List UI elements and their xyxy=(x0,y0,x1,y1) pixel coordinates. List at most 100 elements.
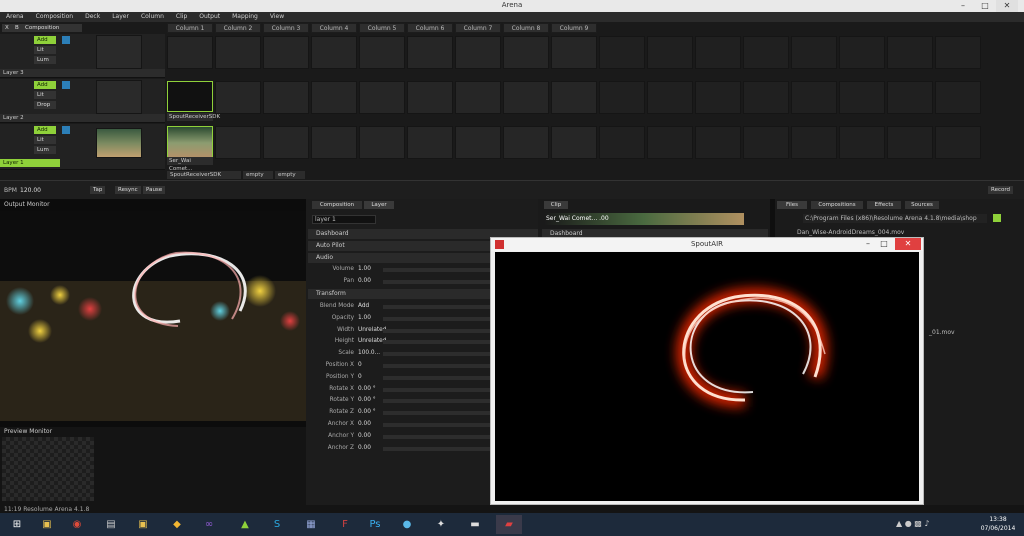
layer-name-field[interactable]: layer 1 xyxy=(312,215,376,224)
layer-1-name[interactable]: Layer 1 xyxy=(0,159,60,167)
layer-1-solo-button[interactable] xyxy=(62,126,70,134)
close-icon[interactable]: ✕ xyxy=(996,0,1018,12)
clip-slot[interactable] xyxy=(551,36,597,69)
prop-value[interactable]: Add xyxy=(358,301,369,312)
layer-2-preview-thumb[interactable] xyxy=(96,80,142,114)
layer-2-clip-label[interactable]: SpoutReceiverSDK xyxy=(167,113,220,121)
clip-slot[interactable] xyxy=(455,36,501,69)
menu-view[interactable]: View xyxy=(264,12,290,22)
tab-compositions[interactable]: Compositions xyxy=(811,201,863,209)
skype-icon[interactable]: S xyxy=(264,515,290,534)
clip-slot[interactable] xyxy=(935,36,981,69)
volume-value[interactable]: 1.00 xyxy=(358,264,371,275)
tab-sources[interactable]: Sources xyxy=(905,201,939,209)
clip-slot[interactable] xyxy=(311,126,357,159)
clip-slot[interactable] xyxy=(263,126,309,159)
clip-slot[interactable] xyxy=(215,36,261,69)
column-header-5[interactable]: Column 5 xyxy=(359,23,405,33)
clip-slot[interactable] xyxy=(359,81,405,114)
menu-deck[interactable]: Deck xyxy=(79,12,106,22)
column-header-7[interactable]: Column 7 xyxy=(455,23,501,33)
x-button[interactable]: X xyxy=(2,24,12,32)
start-icon[interactable]: ⊞ xyxy=(4,515,30,534)
clip-slot[interactable] xyxy=(503,81,549,114)
layer-1-clip-label[interactable]: Ser_Wai Comet... xyxy=(167,157,213,172)
layer-1-mode-lit[interactable]: Lit xyxy=(34,136,56,144)
prop-value[interactable]: 0.00 xyxy=(358,419,371,430)
layer-2-mode-drop[interactable]: Drop xyxy=(34,101,56,109)
clip-slot[interactable] xyxy=(551,81,597,114)
prop-value[interactable]: 0 xyxy=(358,372,362,383)
record-button[interactable]: Record xyxy=(988,186,1014,194)
folder-icon[interactable]: ▣ xyxy=(130,515,156,534)
tab-clip[interactable]: Clip xyxy=(544,201,568,209)
column-header-1[interactable]: Column 1 xyxy=(167,23,213,33)
clip-slot[interactable] xyxy=(791,36,837,69)
tap-button[interactable]: Tap xyxy=(90,186,106,194)
minimize-icon[interactable]: – xyxy=(952,0,974,12)
file-item-2[interactable]: _01.mov xyxy=(929,329,955,336)
spout-close-icon[interactable]: ✕ xyxy=(895,238,921,250)
app-icon-3[interactable]: ▲ xyxy=(232,515,258,534)
clip-slot[interactable] xyxy=(311,36,357,69)
add-folder-button[interactable] xyxy=(993,214,1001,222)
clip-slot[interactable] xyxy=(215,126,261,159)
clock-time[interactable]: 13:38 xyxy=(976,516,1020,523)
pan-value[interactable]: 0.00 xyxy=(358,276,371,287)
clip-slot[interactable] xyxy=(455,126,501,159)
clip-slot[interactable] xyxy=(887,81,933,114)
app-icon-4[interactable]: ▦ xyxy=(298,515,324,534)
clip-slot[interactable] xyxy=(503,126,549,159)
clip-slot[interactable] xyxy=(839,36,885,69)
layer-3-mode-lum[interactable]: Lum xyxy=(34,56,56,64)
app-icon-6[interactable]: ▬ xyxy=(462,515,488,534)
layer-1-mode-lum[interactable]: Lum xyxy=(34,146,56,154)
clip-slot[interactable] xyxy=(695,126,741,159)
menu-arena[interactable]: Arena xyxy=(0,12,30,22)
column-header-3[interactable]: Column 3 xyxy=(263,23,309,33)
column-header-8[interactable]: Column 8 xyxy=(503,23,549,33)
clock-date[interactable]: 07/06/2014 xyxy=(976,525,1020,532)
clip-slot[interactable] xyxy=(647,36,693,69)
bpm-value[interactable]: 120.00 xyxy=(20,187,41,194)
clip-slot[interactable] xyxy=(455,81,501,114)
prop-value[interactable]: 0.00 ° xyxy=(358,407,376,418)
clip-slot[interactable] xyxy=(167,36,213,69)
clip-slot[interactable] xyxy=(407,126,453,159)
clip-slot[interactable] xyxy=(647,126,693,159)
clip-slot[interactable] xyxy=(551,126,597,159)
flash-icon[interactable]: F xyxy=(332,515,358,534)
clip-slot[interactable] xyxy=(263,36,309,69)
file-explorer-icon[interactable]: ▣ xyxy=(34,515,60,534)
unity-icon[interactable]: ✦ xyxy=(428,515,454,534)
resolume-icon[interactable]: ▰ xyxy=(496,515,522,534)
tab-files[interactable]: Files xyxy=(777,201,807,209)
clip-slot[interactable] xyxy=(839,81,885,114)
visual-studio-icon[interactable]: ∞ xyxy=(196,515,222,534)
layer-1-blend-add[interactable]: Add xyxy=(34,126,56,134)
column-header-6[interactable]: Column 6 xyxy=(407,23,453,33)
chrome-icon[interactable]: ◉ xyxy=(64,515,90,534)
clip-slot[interactable] xyxy=(215,81,261,114)
app-icon-5[interactable]: ● xyxy=(394,515,420,534)
layer-3-solo-button[interactable] xyxy=(62,36,70,44)
clip-slot[interactable] xyxy=(407,36,453,69)
photoshop-icon[interactable]: Ps xyxy=(362,515,388,534)
prop-value[interactable]: 1.00 xyxy=(358,313,371,324)
clip-slot[interactable] xyxy=(599,126,645,159)
menu-column[interactable]: Column xyxy=(135,12,170,22)
resync-button[interactable]: Resync xyxy=(115,186,141,194)
layer-2-name[interactable]: Layer 2 xyxy=(0,114,165,122)
layer-2-solo-button[interactable] xyxy=(62,81,70,89)
clip-slot[interactable] xyxy=(887,36,933,69)
layer-1-preview-thumb[interactable] xyxy=(96,128,142,158)
clip-slot[interactable] xyxy=(407,81,453,114)
prop-value[interactable]: 0.00 xyxy=(358,443,371,454)
prop-value[interactable]: 0.00 ° xyxy=(358,395,376,406)
clip-slot[interactable] xyxy=(743,36,789,69)
file-item-1[interactable]: Dan_Wise-AndroidDreams_004.mov xyxy=(797,229,904,236)
clip-slot-layer1-col1[interactable] xyxy=(167,126,213,160)
clip-slot[interactable] xyxy=(791,126,837,159)
clip-slot[interactable] xyxy=(695,36,741,69)
menu-output[interactable]: Output xyxy=(193,12,226,22)
